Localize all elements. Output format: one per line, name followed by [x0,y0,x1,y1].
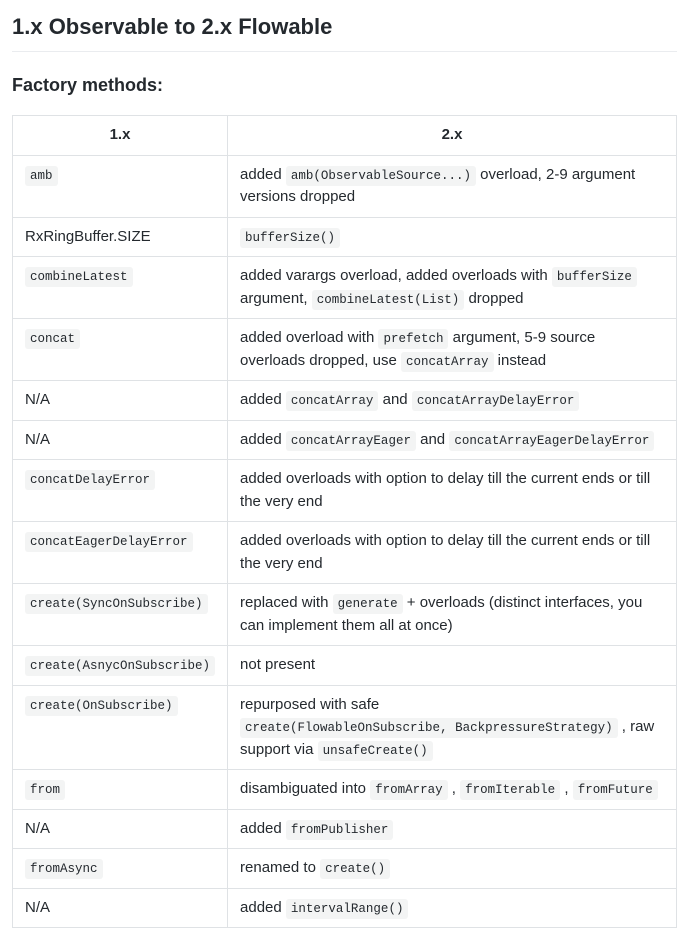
table-row: fromAsync renamed to create() [13,849,677,889]
cell-2x: added overloads with option to delay til… [228,460,677,522]
table-row: concatEagerDelayError added overloads wit… [13,522,677,584]
code-literal: fromIterable [460,780,560,800]
cell-2x: added amb(ObservableSource...) overload,… [228,155,677,217]
code-literal: create(OnSubscribe) [25,696,178,716]
cell-1x: fromAsync [13,849,228,889]
cell-2x: added overloads with option to delay til… [228,522,677,584]
code-literal: create() [320,859,390,879]
code-literal: create(FlowableOnSubscribe, Backpressure… [240,718,618,738]
table-row: create(SyncOnSubscribe) replaced with gen… [13,584,677,646]
code-literal: unsafeCreate() [318,741,433,761]
code-literal: fromPublisher [286,820,394,840]
table-row: from disambiguated into fromArray , fromI… [13,770,677,810]
table-header-2x: 2.x [228,116,677,156]
cell-1x: RxRingBuffer.SIZE [13,217,228,257]
code-literal: intervalRange() [286,899,409,919]
code-literal: create(AsnycOnSubscribe) [25,656,215,676]
code-literal: prefetch [378,329,448,349]
cell-1x: create(AsnycOnSubscribe) [13,646,228,686]
cell-2x: disambiguated into fromArray , fromItera… [228,770,677,810]
table-header-1x: 1.x [13,116,228,156]
table-row: concat added overload with prefetch argum… [13,319,677,381]
code-literal: combineLatest [25,267,133,287]
table-row: RxRingBuffer.SIZE bufferSize() [13,217,677,257]
cell-1x: create(OnSubscribe) [13,685,228,770]
table-row: create(AsnycOnSubscribe) not present [13,646,677,686]
cell-2x: repurposed with safe create(FlowableOnSu… [228,685,677,770]
cell-1x: amb [13,155,228,217]
code-literal: amb [25,166,58,186]
code-literal: concatEagerDelayError [25,532,193,552]
cell-1x: N/A [13,381,228,421]
table-row: combineLatest added varargs overload, add… [13,257,677,319]
cell-2x: added overload with prefetch argument, 5… [228,319,677,381]
cell-2x: added concatArrayEager and concatArrayEa… [228,420,677,460]
cell-2x: not present [228,646,677,686]
cell-2x: added fromPublisher [228,809,677,849]
cell-1x: concat [13,319,228,381]
code-literal: concatArrayDelayError [412,391,580,411]
code-literal: bufferSize [552,267,637,287]
code-literal: amb(ObservableSource...) [286,166,476,186]
cell-1x: N/A [13,420,228,460]
cell-2x: renamed to create() [228,849,677,889]
code-literal: concatArray [401,352,494,372]
cell-1x: combineLatest [13,257,228,319]
table-row: N/Aadded concatArray and concatArrayDela… [13,381,677,421]
section-title: Factory methods: [12,72,677,99]
factory-methods-table: 1.x 2.x amb added amb(ObservableSource...… [12,115,677,928]
code-literal: concatArrayEagerDelayError [449,431,654,451]
cell-2x: bufferSize() [228,217,677,257]
cell-1x: N/A [13,888,228,928]
table-row: N/Aadded intervalRange() [13,888,677,928]
cell-2x: added intervalRange() [228,888,677,928]
cell-1x: from [13,770,228,810]
code-literal: concat [25,329,80,349]
code-literal: combineLatest(List) [312,290,465,310]
code-literal: concatDelayError [25,470,155,490]
code-literal: create(SyncOnSubscribe) [25,594,208,614]
table-row: concatDelayError added overloads with opt… [13,460,677,522]
table-row: create(OnSubscribe) repurposed with safe … [13,685,677,770]
cell-1x: create(SyncOnSubscribe) [13,584,228,646]
cell-1x: concatDelayError [13,460,228,522]
table-row: N/Aadded fromPublisher [13,809,677,849]
table-row: N/Aadded concatArrayEager and concatArra… [13,420,677,460]
cell-2x: added concatArray and concatArrayDelayEr… [228,381,677,421]
code-literal: concatArray [286,391,379,411]
code-literal: from [25,780,65,800]
code-literal: fromAsync [25,859,103,879]
code-literal: fromArray [370,780,448,800]
cell-2x: replaced with generate + overloads (dist… [228,584,677,646]
cell-1x: concatEagerDelayError [13,522,228,584]
code-literal: concatArrayEager [286,431,416,451]
code-literal: bufferSize() [240,228,340,248]
code-literal: generate [333,594,403,614]
cell-1x: N/A [13,809,228,849]
cell-2x: added varargs overload, added overloads … [228,257,677,319]
page-title: 1.x Observable to 2.x Flowable [12,10,677,52]
table-row: amb added amb(ObservableSource...) overlo… [13,155,677,217]
code-literal: fromFuture [573,780,658,800]
